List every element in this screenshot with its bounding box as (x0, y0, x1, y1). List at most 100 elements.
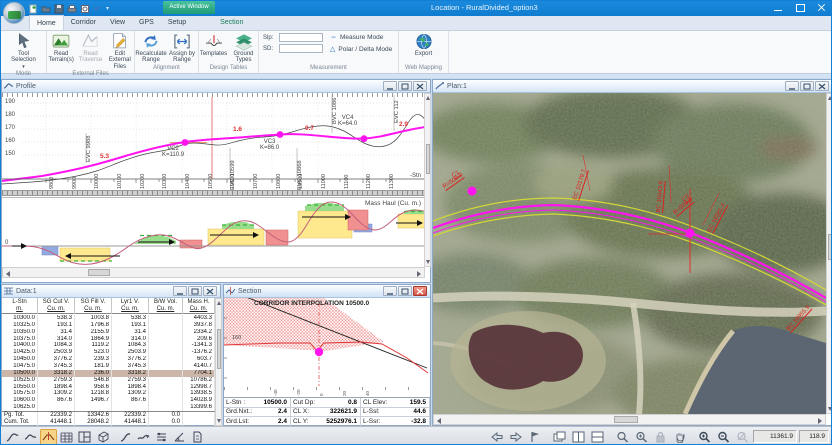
data-column-header: B/W Vol.Cu. m. (149, 298, 183, 314)
table-row[interactable]: 10375.0314.01864.9314.0209.6 (2, 336, 215, 343)
profile-restore-button[interactable] (398, 81, 412, 91)
close-window-button[interactable] (817, 3, 827, 12)
maximize-window-button[interactable] (795, 3, 805, 12)
zoom-window-icon[interactable] (614, 429, 631, 445)
plan-close-button[interactable] (815, 81, 829, 91)
qat-dropdown-icon[interactable]: ▾ (106, 5, 109, 12)
cascade-windows-icon[interactable] (551, 429, 568, 445)
plan-map[interactable]: C1R=500.0EC 10179.7BC 10443.8C2R=500.0EC… (433, 93, 826, 414)
slp-input[interactable] (279, 33, 323, 42)
section-view-icon[interactable] (40, 429, 57, 445)
table-row[interactable]: 10300.0538.31003.8538.34403.3 (2, 315, 215, 322)
profile-vscrollbar[interactable] (424, 93, 431, 267)
table-row[interactable]: 10450.03776.2239.33776.2603.7 (2, 356, 215, 363)
flag-icon[interactable] (526, 429, 543, 445)
next-station-icon[interactable] (507, 429, 524, 445)
section-restore-button[interactable] (398, 286, 412, 296)
table-cell (149, 356, 183, 363)
table-row[interactable]: 10425.02503.9523.02503.9-1376.2 (2, 349, 215, 356)
profile-close-button[interactable] (413, 81, 427, 91)
table-cell: 4403.3 (183, 315, 215, 322)
plan-restore-button[interactable] (800, 81, 814, 91)
plan-minimize-button[interactable] (785, 81, 799, 91)
zoom-extents-icon[interactable] (633, 429, 650, 445)
angle-tool-icon[interactable] (171, 429, 188, 445)
measure-mode-button[interactable]: ⇔Measure Mode (330, 34, 392, 41)
table-cell: 10600.0 (2, 397, 38, 404)
tab-section[interactable]: Section (213, 15, 250, 30)
table-row[interactable]: 10400.01084.31119.21084.3-1341.3 (2, 342, 215, 349)
table-row[interactable]: 10475.03745.3181.93745.34140.7 (2, 363, 215, 370)
data-close-button[interactable] (203, 286, 217, 296)
data-vscrollbar[interactable] (215, 298, 222, 426)
tile-vertical-icon[interactable] (570, 429, 587, 445)
profile-chart[interactable]: 190180170160150 980099001000010100102001… (2, 93, 425, 190)
profile-window-titlebar[interactable]: Profile (2, 80, 430, 93)
polar-delta-mode-button[interactable]: △Polar / Delta Mode (330, 45, 392, 53)
edit-external-files-button[interactable]: Edit External Files (106, 32, 134, 70)
plan-window-titlebar[interactable]: Plan:1 (433, 80, 832, 93)
table-row[interactable]: 10575.01309.21218.81309.213938.5 (2, 390, 215, 397)
profile-minimize-button[interactable] (383, 81, 397, 91)
profile-view-icon[interactable] (22, 429, 39, 445)
table-cell: 2759.3 (112, 377, 149, 384)
table-row[interactable]: 10600.0867.61496.7867.614028.9 (2, 397, 215, 404)
plan-vscrollbar[interactable] (826, 93, 832, 414)
data-restore-button[interactable] (188, 286, 202, 296)
tab-view[interactable]: View (103, 15, 132, 30)
read-terrain-button[interactable]: Read Terrain(s) (47, 32, 75, 64)
prev-station-icon[interactable] (488, 429, 505, 445)
save-icon[interactable] (54, 4, 64, 14)
undo-icon[interactable] (93, 4, 103, 14)
open-file-icon[interactable] (41, 4, 51, 14)
pan-icon[interactable] (671, 429, 688, 445)
polyline-tool-icon[interactable] (135, 429, 152, 445)
tab-setup[interactable]: Setup (161, 15, 193, 30)
section-minimize-button[interactable] (383, 286, 397, 296)
label-tool-icon[interactable] (189, 429, 206, 445)
offset-tool-icon[interactable] (153, 429, 170, 445)
export-button[interactable]: Export (409, 32, 439, 57)
zoom-out-icon[interactable] (715, 429, 732, 445)
section-stats: L-Stn :10500.0Cut Dp:0.8CL Elev:159.5Grd… (224, 397, 430, 426)
tool-selection-button[interactable]: Tool Selection▾ (9, 32, 39, 70)
table-row[interactable]: 10350.031.42155.931.42334.2 (2, 329, 215, 336)
print-preview-icon[interactable] (80, 4, 90, 14)
view-3d-icon[interactable] (94, 429, 111, 445)
profile-hscrollbar[interactable] (2, 267, 425, 278)
section-chart[interactable]: 160 CORRIDOR INTERPOLATION 10500.0 (224, 298, 430, 387)
table-row[interactable]: 10325.0193.11796.8193.13937.8 (2, 322, 215, 329)
tile-horizontal-icon[interactable] (589, 429, 606, 445)
table-row[interactable]: 10550.01898.4958.61898.412998.7 (2, 384, 215, 391)
plan-view-icon[interactable] (4, 429, 21, 445)
table-cell: 314.0 (38, 336, 75, 343)
table-cell: 3318.2 (38, 370, 75, 377)
section-window-titlebar[interactable]: Section (224, 285, 430, 298)
application-menu-button[interactable] (3, 2, 25, 24)
curve-tool-icon[interactable] (117, 429, 134, 445)
ground-types-button[interactable]: Ground Types (229, 32, 258, 64)
new-file-icon[interactable] (29, 4, 38, 14)
mass-haul-chart[interactable]: Mass Haul (Cu. m.) 0 (2, 197, 425, 266)
recalculate-range-button[interactable]: Recalculate Range (136, 32, 166, 64)
table-row[interactable]: 10500.03318.2236.03318.27704.1 (2, 370, 215, 377)
assign-by-range-button[interactable]: Assign by Range (167, 32, 197, 64)
sd-input[interactable] (279, 44, 323, 53)
data-window-titlebar[interactable]: Data:1 (2, 285, 220, 298)
zoom-in-icon[interactable] (696, 429, 713, 445)
templates-button[interactable]: Templates (199, 32, 228, 57)
table-row[interactable]: 10525.02759.3546.82759.310786.2 (2, 377, 215, 384)
plan-hscrollbar[interactable] (433, 414, 826, 425)
tab-home[interactable]: Home (29, 15, 64, 30)
section-close-button[interactable] (413, 286, 427, 296)
print-icon[interactable] (67, 4, 77, 14)
data-minimize-button[interactable] (173, 286, 187, 296)
data-view-icon[interactable] (58, 429, 75, 445)
tab-corridor[interactable]: Corridor (64, 15, 103, 30)
data-table-rows[interactable]: 10300.0538.31003.8538.34403.310325.0193.… (2, 315, 215, 411)
table-row[interactable]: 10625.013399.6 (2, 404, 215, 411)
table-cell: 31.4 (38, 329, 75, 336)
multi-pane-view-icon[interactable] (76, 429, 93, 445)
tab-gps[interactable]: GPS (132, 15, 161, 30)
minimize-window-button[interactable] (773, 3, 783, 12)
